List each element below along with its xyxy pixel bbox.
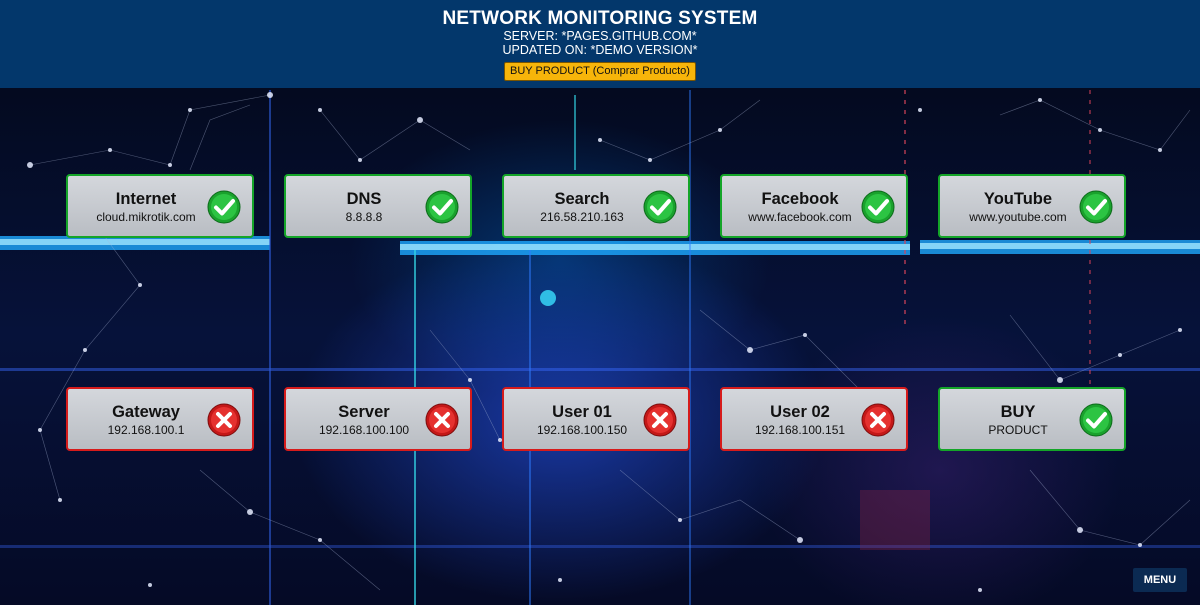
updated-label: UPDATED ON: *DEMO VERSION* bbox=[502, 43, 698, 57]
x-circle-icon bbox=[425, 403, 459, 437]
monitor-card-server[interactable]: Server 192.168.100.100 bbox=[284, 387, 472, 451]
monitor-card-user-02[interactable]: User 02 192.168.100.151 bbox=[720, 387, 908, 451]
monitor-card-youtube[interactable]: YouTube www.youtube.com bbox=[938, 174, 1126, 238]
monitor-address: 216.58.210.163 bbox=[540, 210, 624, 224]
x-circle-icon bbox=[861, 403, 895, 437]
monitor-address: www.facebook.com bbox=[748, 210, 852, 224]
monitor-address: 192.168.100.150 bbox=[536, 423, 628, 437]
page-title: NETWORK MONITORING SYSTEM bbox=[442, 8, 758, 29]
monitor-name: Facebook bbox=[761, 190, 839, 208]
monitor-card-buy-product[interactable]: BUY PRODUCT bbox=[938, 387, 1126, 451]
app-header: NETWORK MONITORING SYSTEM SERVER: *PAGES… bbox=[0, 0, 1200, 88]
monitor-address: 192.168.100.100 bbox=[318, 423, 410, 437]
monitor-name: User 01 bbox=[552, 403, 612, 421]
monitor-address: 192.168.100.151 bbox=[754, 423, 846, 437]
check-circle-icon bbox=[207, 190, 241, 224]
check-circle-icon bbox=[1079, 190, 1113, 224]
monitor-card-internet[interactable]: Internet cloud.mikrotik.com bbox=[66, 174, 254, 238]
server-label: SERVER: *PAGES.GITHUB.COM* bbox=[503, 29, 697, 43]
check-circle-icon bbox=[643, 190, 677, 224]
monitor-address: www.youtube.com bbox=[969, 210, 1067, 224]
monitor-name: Internet bbox=[115, 190, 177, 208]
buy-product-button[interactable]: BUY PRODUCT (Comprar Producto) bbox=[504, 62, 696, 81]
monitor-name: Gateway bbox=[112, 403, 180, 421]
monitor-name: Server bbox=[338, 403, 390, 421]
monitor-address: 8.8.8.8 bbox=[345, 210, 383, 224]
monitor-card-dns[interactable]: DNS 8.8.8.8 bbox=[284, 174, 472, 238]
monitor-card-facebook[interactable]: Facebook www.facebook.com bbox=[720, 174, 908, 238]
monitor-name: User 02 bbox=[770, 403, 830, 421]
monitor-name: YouTube bbox=[983, 190, 1053, 208]
monitor-name: BUY bbox=[1000, 403, 1036, 421]
network-background-image bbox=[0, 0, 1200, 605]
monitor-address: 192.168.100.1 bbox=[107, 423, 185, 437]
check-circle-icon bbox=[861, 190, 895, 224]
menu-button[interactable]: MENU bbox=[1133, 568, 1187, 592]
monitor-card-search[interactable]: Search 216.58.210.163 bbox=[502, 174, 690, 238]
monitor-card-gateway[interactable]: Gateway 192.168.100.1 bbox=[66, 387, 254, 451]
check-circle-icon bbox=[1079, 403, 1113, 437]
monitor-address: cloud.mikrotik.com bbox=[96, 210, 196, 224]
monitor-card-user-01[interactable]: User 01 192.168.100.150 bbox=[502, 387, 690, 451]
monitor-name: DNS bbox=[346, 190, 382, 208]
network-graph-decoration bbox=[0, 90, 1200, 605]
monitor-address: PRODUCT bbox=[988, 423, 1048, 437]
monitor-name: Search bbox=[554, 190, 610, 208]
x-circle-icon bbox=[207, 403, 241, 437]
x-circle-icon bbox=[643, 403, 677, 437]
check-circle-icon bbox=[425, 190, 459, 224]
